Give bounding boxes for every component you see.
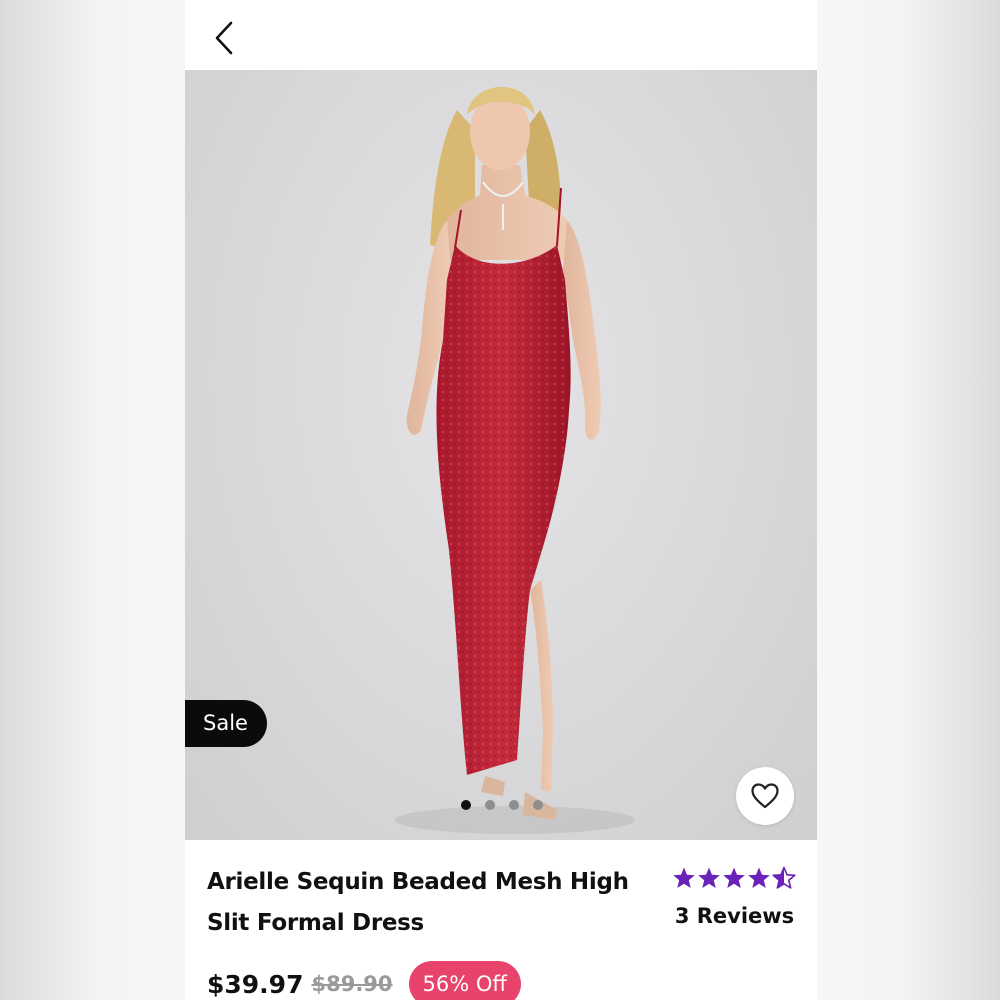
- star-half-icon: [772, 866, 796, 889]
- price-row: $39.97 $89.90 56% Off: [207, 961, 521, 1000]
- chevron-left-icon: [215, 21, 233, 55]
- star-full-icon: [748, 867, 770, 888]
- product-title-line: Arielle Sequin Beaded Mesh High: [207, 869, 629, 895]
- carousel-dots: [461, 800, 543, 810]
- product-page: Sale Arielle Sequin Beaded Mesh High Sli…: [185, 0, 817, 1000]
- heart-outline-icon: [751, 783, 779, 809]
- carousel-dot[interactable]: [533, 800, 543, 810]
- sale-price: $39.97: [207, 969, 304, 999]
- original-price: $89.90: [311, 972, 393, 996]
- sale-badge: Sale: [185, 700, 267, 747]
- carousel-dot[interactable]: [485, 800, 495, 810]
- product-image-carousel[interactable]: Sale: [185, 70, 817, 840]
- product-rating[interactable]: 3 Reviews: [672, 866, 797, 928]
- favorite-button[interactable]: [736, 767, 794, 825]
- carousel-dot[interactable]: [461, 800, 471, 810]
- star-full-icon: [698, 867, 720, 888]
- top-bar: [185, 0, 817, 70]
- discount-badge: 56% Off: [408, 961, 521, 1000]
- carousel-dot[interactable]: [509, 800, 519, 810]
- star-full-icon: [673, 867, 695, 888]
- product-photo: [395, 86, 635, 834]
- rating-stars: [672, 866, 797, 894]
- product-title-line: Slit Formal Dress: [207, 910, 424, 936]
- star-full-icon: [723, 867, 745, 888]
- product-title: Arielle Sequin Beaded Mesh High Slit For…: [207, 862, 647, 944]
- back-button[interactable]: [211, 20, 241, 56]
- reviews-link[interactable]: 3 Reviews: [672, 904, 797, 928]
